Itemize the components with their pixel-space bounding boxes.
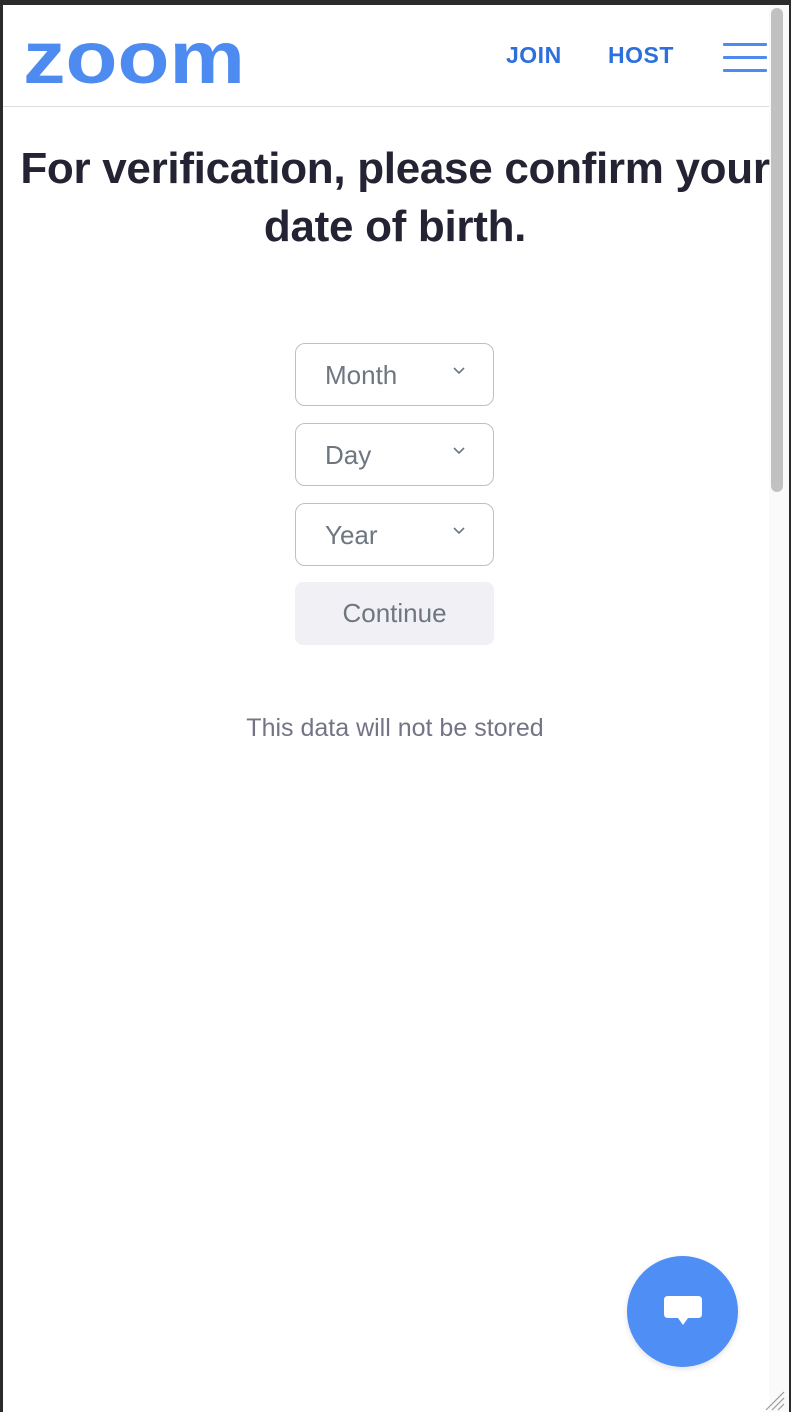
chat-bubble-icon xyxy=(664,1296,702,1325)
day-select-value: Day xyxy=(325,440,372,470)
site-header: zoom JOIN HOST xyxy=(3,5,769,107)
nav-host-link[interactable]: HOST xyxy=(608,42,674,69)
privacy-note: This data will not be stored xyxy=(246,714,544,742)
continue-button[interactable]: Continue xyxy=(295,582,494,645)
hamburger-menu-icon[interactable] xyxy=(723,43,769,77)
chat-button[interactable] xyxy=(627,1256,738,1367)
page-title: For verification, please confirm your da… xyxy=(20,144,770,251)
resize-grip-icon[interactable] xyxy=(760,1386,786,1412)
chevron-down-icon xyxy=(453,367,465,375)
chevron-down-icon xyxy=(453,527,465,535)
day-select[interactable]: Day xyxy=(295,423,494,486)
chevron-down-icon xyxy=(453,447,465,455)
year-select-value: Year xyxy=(325,520,378,550)
zoom-logo[interactable]: zoom xyxy=(23,27,247,87)
month-select-value: Month xyxy=(325,360,398,390)
year-select[interactable]: Year xyxy=(295,503,494,566)
svg-text:zoom: zoom xyxy=(23,27,245,87)
nav-join-link[interactable]: JOIN xyxy=(506,42,562,69)
month-select[interactable]: Month xyxy=(295,343,494,406)
